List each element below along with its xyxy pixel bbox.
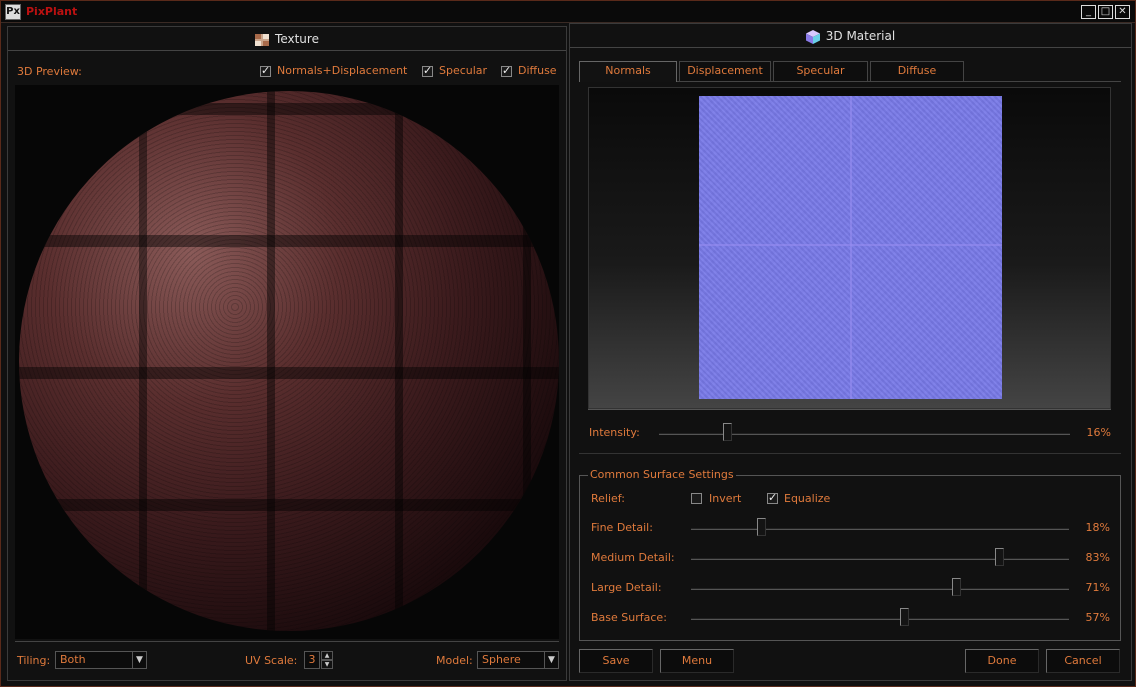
specular-checkbox[interactable] (422, 64, 433, 77)
large-detail-value: 71% (1085, 581, 1110, 594)
normals-displacement-checkbox[interactable] (260, 64, 271, 77)
intensity-slider-thumb[interactable] (723, 423, 732, 441)
minimize-button[interactable]: _ (1081, 5, 1096, 19)
diffuse-checkbox[interactable] (501, 64, 512, 77)
title-bar: Px PixPlant _ □ ✕ (1, 1, 1135, 23)
fine-detail-label: Fine Detail: (591, 521, 653, 534)
tiling-label: Tiling: (17, 654, 51, 667)
preview-sphere (19, 91, 559, 631)
app-window: Px PixPlant _ □ ✕ Texture 3D Preview: No… (0, 0, 1136, 687)
tile-seam-vertical (850, 96, 852, 399)
common-surface-settings-title: Common Surface Settings (588, 468, 736, 481)
base-surface-slider-thumb[interactable] (900, 608, 909, 626)
tile-seam-horizontal (699, 244, 1002, 246)
menu-button[interactable]: Menu (660, 649, 734, 673)
model-select[interactable]: Sphere ▼ (477, 651, 559, 669)
fine-detail-slider-track[interactable] (691, 528, 1069, 530)
large-detail-slider-track[interactable] (691, 588, 1069, 590)
model-label: Model: (436, 654, 473, 667)
close-button[interactable]: ✕ (1115, 5, 1130, 19)
medium-detail-slider-thumb[interactable] (995, 548, 1004, 566)
base-surface-slider-track[interactable] (691, 618, 1069, 620)
equalize-label: Equalize (784, 492, 831, 505)
normal-map-preview (588, 87, 1111, 409)
chevron-down-icon: ▼ (132, 652, 146, 668)
tab-bar-line (677, 81, 1121, 82)
medium-detail-slider-track[interactable] (691, 558, 1069, 560)
preview-label: 3D Preview: (17, 65, 82, 78)
maximize-button[interactable]: □ (1098, 5, 1113, 19)
cube-icon (805, 29, 820, 44)
invert-checkbox[interactable] (691, 493, 702, 504)
uv-scale-label: UV Scale: (245, 654, 298, 667)
app-logo: Px (5, 4, 21, 20)
tab-diffuse[interactable]: Diffuse (870, 61, 964, 81)
model-select-value: Sphere (482, 653, 521, 666)
tiling-select-value: Both (60, 653, 86, 666)
intensity-label: Intensity: (589, 426, 640, 439)
normal-map-image (699, 96, 1002, 399)
intensity-value: 16% (1086, 426, 1111, 439)
save-button[interactable]: Save (579, 649, 653, 673)
3d-preview-viewport[interactable] (15, 85, 559, 639)
invert-label: Invert (709, 492, 742, 505)
normals-displacement-label: Normals+Displacement (277, 64, 408, 77)
specular-label: Specular (439, 64, 488, 77)
equalize-checkbox[interactable] (767, 491, 778, 504)
chevron-down-icon: ▼ (544, 652, 558, 668)
tab-displacement[interactable]: Displacement (679, 61, 771, 81)
material-panel-title: 3D Material (825, 29, 896, 43)
tab-specular[interactable]: Specular (773, 61, 868, 81)
fine-detail-value: 18% (1085, 521, 1110, 534)
texture-panel-title: Texture (275, 32, 319, 46)
sphere-texture-pattern (19, 91, 559, 631)
base-surface-value: 57% (1085, 611, 1110, 624)
medium-detail-value: 83% (1085, 551, 1110, 564)
stepper-down-icon[interactable]: ▼ (321, 660, 333, 669)
large-detail-label: Large Detail: (591, 581, 662, 594)
preview-bottom-line (588, 409, 1111, 410)
tab-normals[interactable]: Normals (579, 61, 677, 82)
stepper-up-icon[interactable]: ▲ (321, 651, 333, 660)
app-title: PixPlant (26, 5, 78, 18)
cancel-button[interactable]: Cancel (1046, 649, 1120, 673)
texture-panel-header: Texture (8, 27, 566, 51)
intensity-slider-track[interactable] (659, 433, 1070, 435)
diffuse-label: Diffuse (518, 64, 557, 77)
base-surface-label: Base Surface: (591, 611, 667, 624)
texture-icon (255, 33, 270, 46)
medium-detail-label: Medium Detail: (591, 551, 675, 564)
section-divider (579, 453, 1121, 454)
tiling-select[interactable]: Both ▼ (55, 651, 147, 669)
relief-label: Relief: (591, 492, 625, 505)
uv-scale-input[interactable]: 3 (304, 651, 320, 669)
large-detail-slider-thumb[interactable] (952, 578, 961, 596)
texture-divider (15, 641, 559, 642)
material-panel-header: 3D Material (570, 24, 1131, 48)
uv-scale-stepper[interactable]: ▲ ▼ (321, 651, 333, 669)
fine-detail-slider-thumb[interactable] (757, 518, 766, 536)
done-button[interactable]: Done (965, 649, 1039, 673)
